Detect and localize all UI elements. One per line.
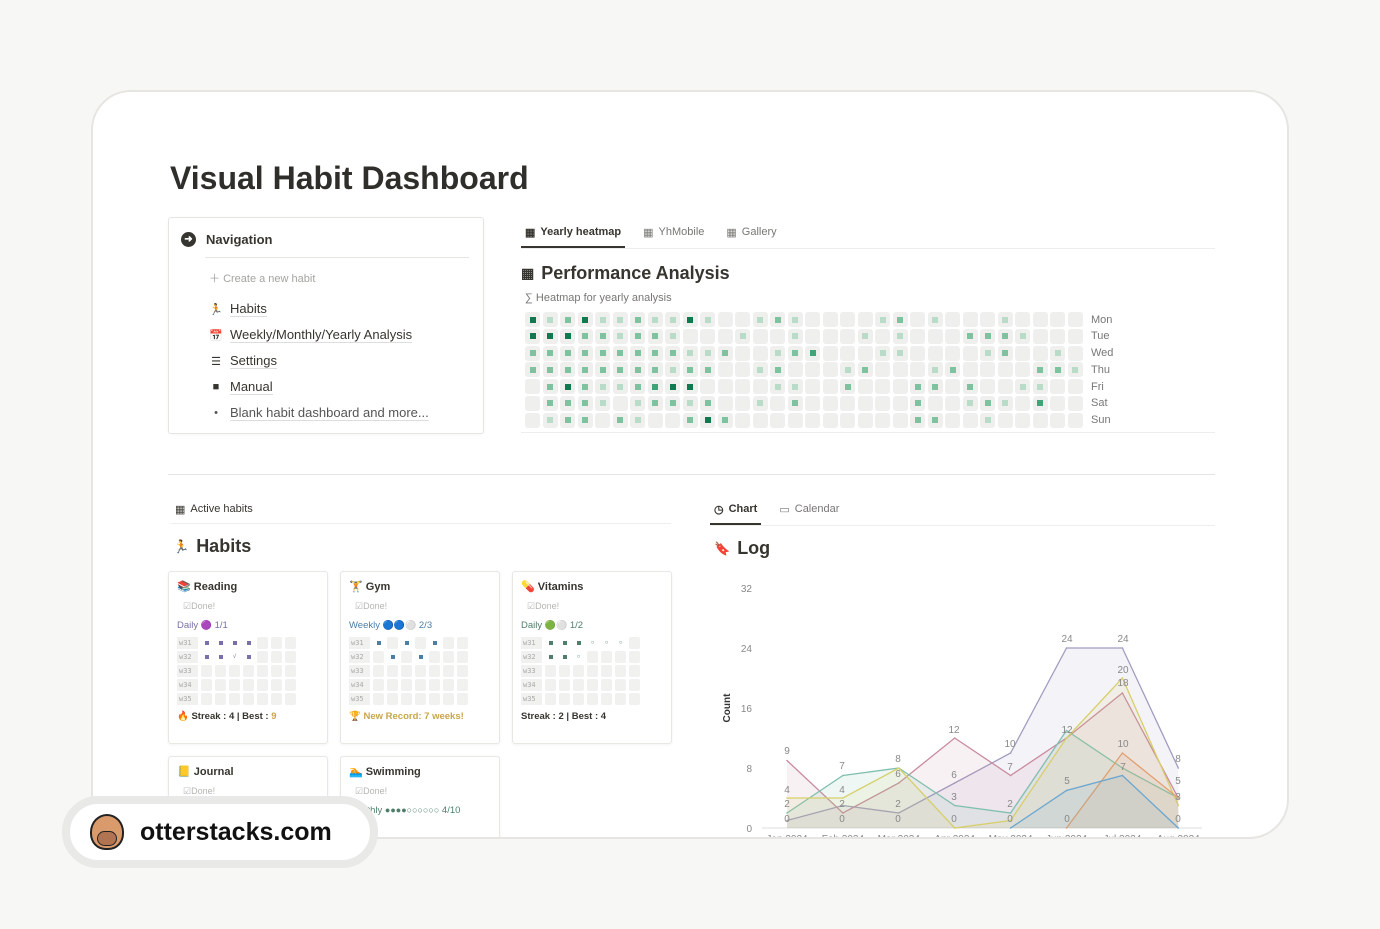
- data-label: 10: [1004, 739, 1016, 750]
- data-point[interactable]: [1009, 774, 1012, 777]
- data-label: 24: [1061, 634, 1073, 645]
- x-tick-label: Apr 2024: [934, 834, 975, 839]
- data-label: 7: [1120, 762, 1126, 773]
- data-label: 6: [951, 770, 957, 781]
- data-label: 4: [784, 785, 790, 796]
- x-tick-label: Mar 2024: [878, 834, 921, 839]
- data-label: 9: [784, 746, 790, 757]
- data-point[interactable]: [953, 737, 956, 739]
- y-tick-label: 32: [741, 584, 753, 595]
- data-point[interactable]: [953, 827, 956, 829]
- y-axis-label: Count: [722, 693, 733, 723]
- data-point[interactable]: [1009, 827, 1012, 829]
- data-label: 3: [1175, 792, 1181, 803]
- x-tick-label: Jun 2024: [1046, 834, 1088, 839]
- watermark: otterstacks.com: [62, 796, 378, 868]
- y-tick-label: 0: [746, 824, 752, 835]
- dashboard-card: Visual Habit Dashboard ➜ Navigation ＋ Cre…: [91, 90, 1289, 839]
- data-point[interactable]: [1065, 789, 1068, 792]
- data-point[interactable]: [786, 759, 788, 762]
- data-label: 5: [1064, 776, 1070, 787]
- data-point[interactable]: [953, 804, 956, 807]
- data-label: 0: [1175, 814, 1181, 825]
- data-label: 2: [784, 799, 790, 810]
- data-label: 5: [1175, 776, 1181, 787]
- y-tick-label: 16: [741, 704, 753, 715]
- data-point[interactable]: [1121, 647, 1124, 649]
- data-label: 18: [1117, 678, 1129, 689]
- data-label: 12: [1061, 725, 1073, 736]
- otter-logo: [90, 814, 124, 850]
- x-tick-label: Jan 2024: [766, 834, 808, 839]
- data-label: 7: [1007, 762, 1013, 773]
- data-point[interactable]: [1121, 774, 1124, 777]
- data-point[interactable]: [1065, 647, 1068, 649]
- data-label: 8: [1175, 754, 1181, 765]
- data-point[interactable]: [1065, 737, 1068, 739]
- data-label: 6: [895, 769, 901, 780]
- data-point[interactable]: [1121, 752, 1124, 754]
- data-label: 12: [948, 725, 960, 736]
- data-label: 8: [895, 754, 901, 765]
- data-label: 4: [839, 785, 845, 796]
- data-label: 0: [951, 814, 957, 825]
- data-label: 0: [839, 814, 845, 825]
- data-label: 2: [839, 799, 845, 810]
- data-point[interactable]: [1009, 752, 1012, 754]
- data-label: 10: [1117, 739, 1129, 750]
- x-tick-label: Aug 2024: [1157, 834, 1200, 839]
- watermark-text: otterstacks.com: [140, 817, 332, 846]
- data-label: 2: [1007, 799, 1013, 810]
- data-label: 20: [1117, 665, 1129, 676]
- x-tick-label: Jul 2024: [1103, 834, 1141, 839]
- data-label: 2: [895, 799, 901, 810]
- y-tick-label: 24: [741, 644, 753, 655]
- data-label: 0: [895, 814, 901, 825]
- data-point[interactable]: [1177, 767, 1180, 769]
- data-label: 7: [839, 761, 845, 772]
- y-tick-label: 8: [746, 764, 752, 775]
- data-point[interactable]: [1177, 827, 1180, 829]
- data-label: 0: [1064, 814, 1070, 825]
- data-label: 24: [1117, 634, 1129, 645]
- data-point[interactable]: [842, 774, 844, 777]
- data-label: 0: [1007, 814, 1013, 825]
- x-tick-label: Feb 2024: [822, 834, 865, 839]
- data-label: 3: [951, 792, 957, 803]
- x-tick-label: May 2024: [989, 834, 1033, 839]
- data-label: 0: [784, 814, 790, 825]
- log-line-chart: 08162432CountJan 2024 Feb 2024 Mar 2024 Apr…: [722, 584, 1202, 839]
